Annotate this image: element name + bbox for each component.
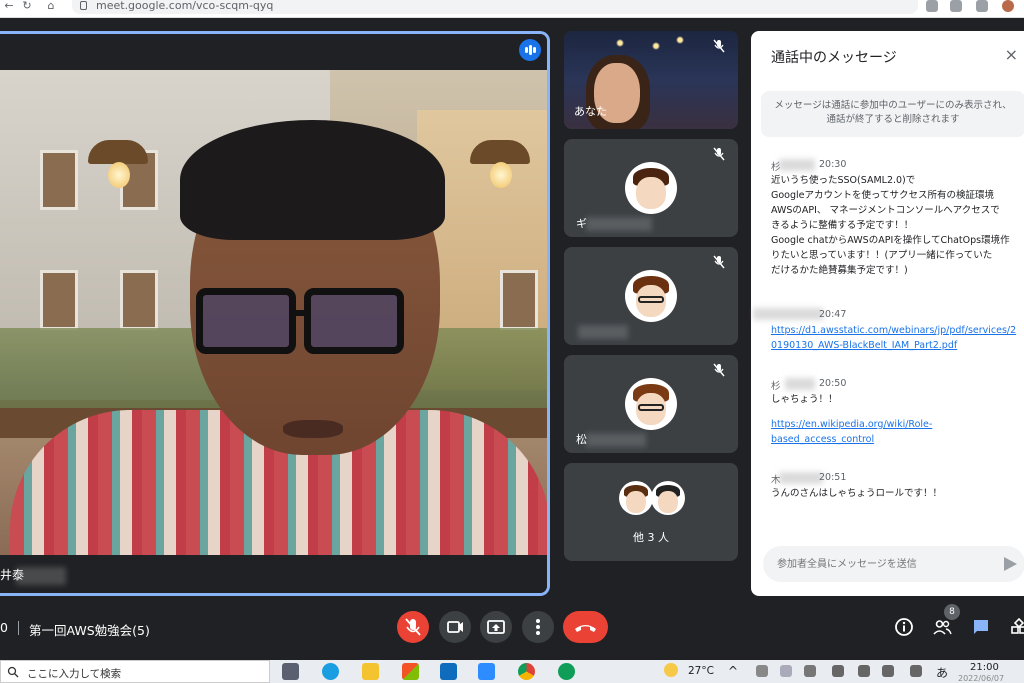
- puzzle-icon[interactable]: [950, 0, 962, 12]
- mic-off-icon: [713, 363, 725, 377]
- profile-avatar-icon[interactable]: [1002, 0, 1014, 12]
- camera-toggle-button[interactable]: [439, 611, 471, 643]
- main-tile-top-bar: [0, 34, 547, 70]
- message-link[interactable]: https://en.wikipedia.org/wiki/Role- base…: [771, 417, 1021, 447]
- name-blur: [16, 567, 66, 585]
- mic-toggle-button[interactable]: [397, 611, 429, 643]
- task-view-icon[interactable]: [282, 663, 299, 680]
- edge-icon[interactable]: [322, 663, 339, 680]
- chat-message-input[interactable]: [777, 554, 977, 574]
- chat-icon[interactable]: [971, 617, 991, 637]
- mic-off-icon: [713, 39, 725, 53]
- chat-input-wrapper: [763, 546, 1024, 582]
- mic-off-icon: [713, 255, 725, 269]
- taskbar-search-placeholder: ここに入力して検索: [27, 668, 122, 680]
- extension-icon[interactable]: [926, 0, 938, 12]
- people-icon[interactable]: [932, 617, 952, 637]
- cloud-icon[interactable]: [780, 665, 792, 677]
- info-icon[interactable]: [894, 617, 914, 637]
- avatar: [619, 481, 653, 515]
- address-bar[interactable]: meet.google.com/vco-scqm-qyq: [72, 0, 918, 14]
- main-tile-bottom-bar: 井泰: [0, 555, 547, 593]
- others-count-label: 他 3 人: [633, 531, 669, 544]
- chat-title: 通話中のメッセージ: [771, 50, 897, 66]
- present-screen-button[interactable]: [480, 611, 512, 643]
- clock-date[interactable]: 2022/06/07: [958, 674, 1004, 683]
- avatar: [651, 481, 685, 515]
- clock-time[interactable]: 21:00: [970, 662, 999, 673]
- chrome-icon[interactable]: [518, 663, 535, 680]
- participant-tile[interactable]: 松: [564, 355, 738, 453]
- avatar: [625, 162, 677, 214]
- ime-indicator[interactable]: あ: [936, 664, 948, 681]
- address-bar-url: meet.google.com/vco-scqm-qyq: [96, 0, 274, 12]
- participant-count-badge: 8: [944, 604, 960, 620]
- end-call-button[interactable]: [563, 611, 608, 643]
- speaker-glasses: [196, 288, 296, 354]
- present-icon: [487, 620, 505, 634]
- sidebar-icon[interactable]: [976, 0, 988, 12]
- back-icon[interactable]: ←: [2, 0, 16, 14]
- reload-icon[interactable]: ↻: [20, 0, 34, 14]
- chat-panel: 通話中のメッセージ × メッセージは通話に参加中のユーザーにのみ表示され、 通話…: [751, 31, 1024, 596]
- meeting-name: 第一回AWS勉強会(5): [29, 623, 150, 638]
- lock-icon[interactable]: [80, 1, 87, 10]
- home-icon[interactable]: ⌂: [44, 0, 58, 14]
- close-icon[interactable]: ×: [1005, 47, 1018, 63]
- chevron-up-icon[interactable]: ^: [728, 664, 738, 678]
- participant-name: あなた: [574, 105, 607, 118]
- divider: [18, 621, 19, 635]
- tray-icon[interactable]: [882, 665, 894, 677]
- end-call-icon: [575, 625, 596, 632]
- message-body: 近いうち使ったSSO(SAML2.0)で Googleアカウントを使ってサクセス…: [771, 175, 1010, 276]
- store-icon[interactable]: [402, 663, 419, 680]
- participant-tile[interactable]: [564, 247, 738, 345]
- message-sender: 杉: [771, 381, 781, 392]
- speaker-hair: [180, 120, 445, 240]
- tray-icon[interactable]: [756, 665, 768, 677]
- message-body: しゃちょう！！: [771, 394, 838, 405]
- message-body: うんのさんはしゃちょうロールです！！: [771, 488, 943, 499]
- participant-tile[interactable]: ギ: [564, 139, 738, 237]
- audio-level-icon: [519, 39, 541, 61]
- mic-off-icon: [405, 618, 421, 636]
- message-time: 20:30: [819, 159, 847, 170]
- search-icon: [7, 666, 19, 678]
- taskbar-search[interactable]: ここに入力して検索: [0, 660, 270, 683]
- zoom-icon[interactable]: [478, 663, 495, 680]
- more-vert-icon: [536, 619, 540, 635]
- file-explorer-icon[interactable]: [362, 663, 379, 680]
- camera-icon: [447, 621, 463, 633]
- pendant-lamp: [88, 140, 148, 164]
- meeting-time: 0: [0, 620, 8, 635]
- activities-icon[interactable]: [1010, 617, 1024, 637]
- send-icon[interactable]: [1004, 557, 1017, 571]
- tray-icon[interactable]: [804, 665, 816, 677]
- pen-icon[interactable]: [910, 665, 922, 677]
- message-time: 20:51: [819, 472, 847, 483]
- avatar: [625, 270, 677, 322]
- browser-toolbar: ← ↻ ⌂ meet.google.com/vco-scqm-qyq: [0, 0, 1024, 18]
- pendant-lamp: [470, 140, 530, 164]
- wifi-icon[interactable]: [832, 665, 844, 677]
- mic-off-icon: [713, 147, 725, 161]
- main-speaker-tile[interactable]: 井泰: [0, 31, 550, 596]
- avatar: [625, 378, 677, 430]
- volume-icon[interactable]: [858, 665, 870, 677]
- participant-tile-self[interactable]: あなた: [564, 31, 738, 129]
- participant-tile-others[interactable]: 他 3 人: [564, 463, 738, 561]
- chat-notice: メッセージは通話に参加中のユーザーにのみ表示され、 通話が終了すると削除されます: [761, 91, 1024, 137]
- message-time: 20:50: [819, 378, 847, 389]
- windows-taskbar: ここに入力して検索 27°C ^ あ 21:00 2022/06/07: [0, 660, 1024, 683]
- message-link[interactable]: https://d1.awsstatic.com/webinars/jp/pdf…: [771, 323, 1021, 353]
- more-options-button[interactable]: [522, 611, 554, 643]
- mail-icon[interactable]: [440, 663, 457, 680]
- main-speaker-video: [0, 70, 547, 558]
- weather-temperature[interactable]: 27°C: [688, 665, 714, 677]
- hangouts-icon[interactable]: [558, 663, 575, 680]
- weather-icon[interactable]: [664, 663, 678, 677]
- message-time: 20:47: [819, 309, 847, 320]
